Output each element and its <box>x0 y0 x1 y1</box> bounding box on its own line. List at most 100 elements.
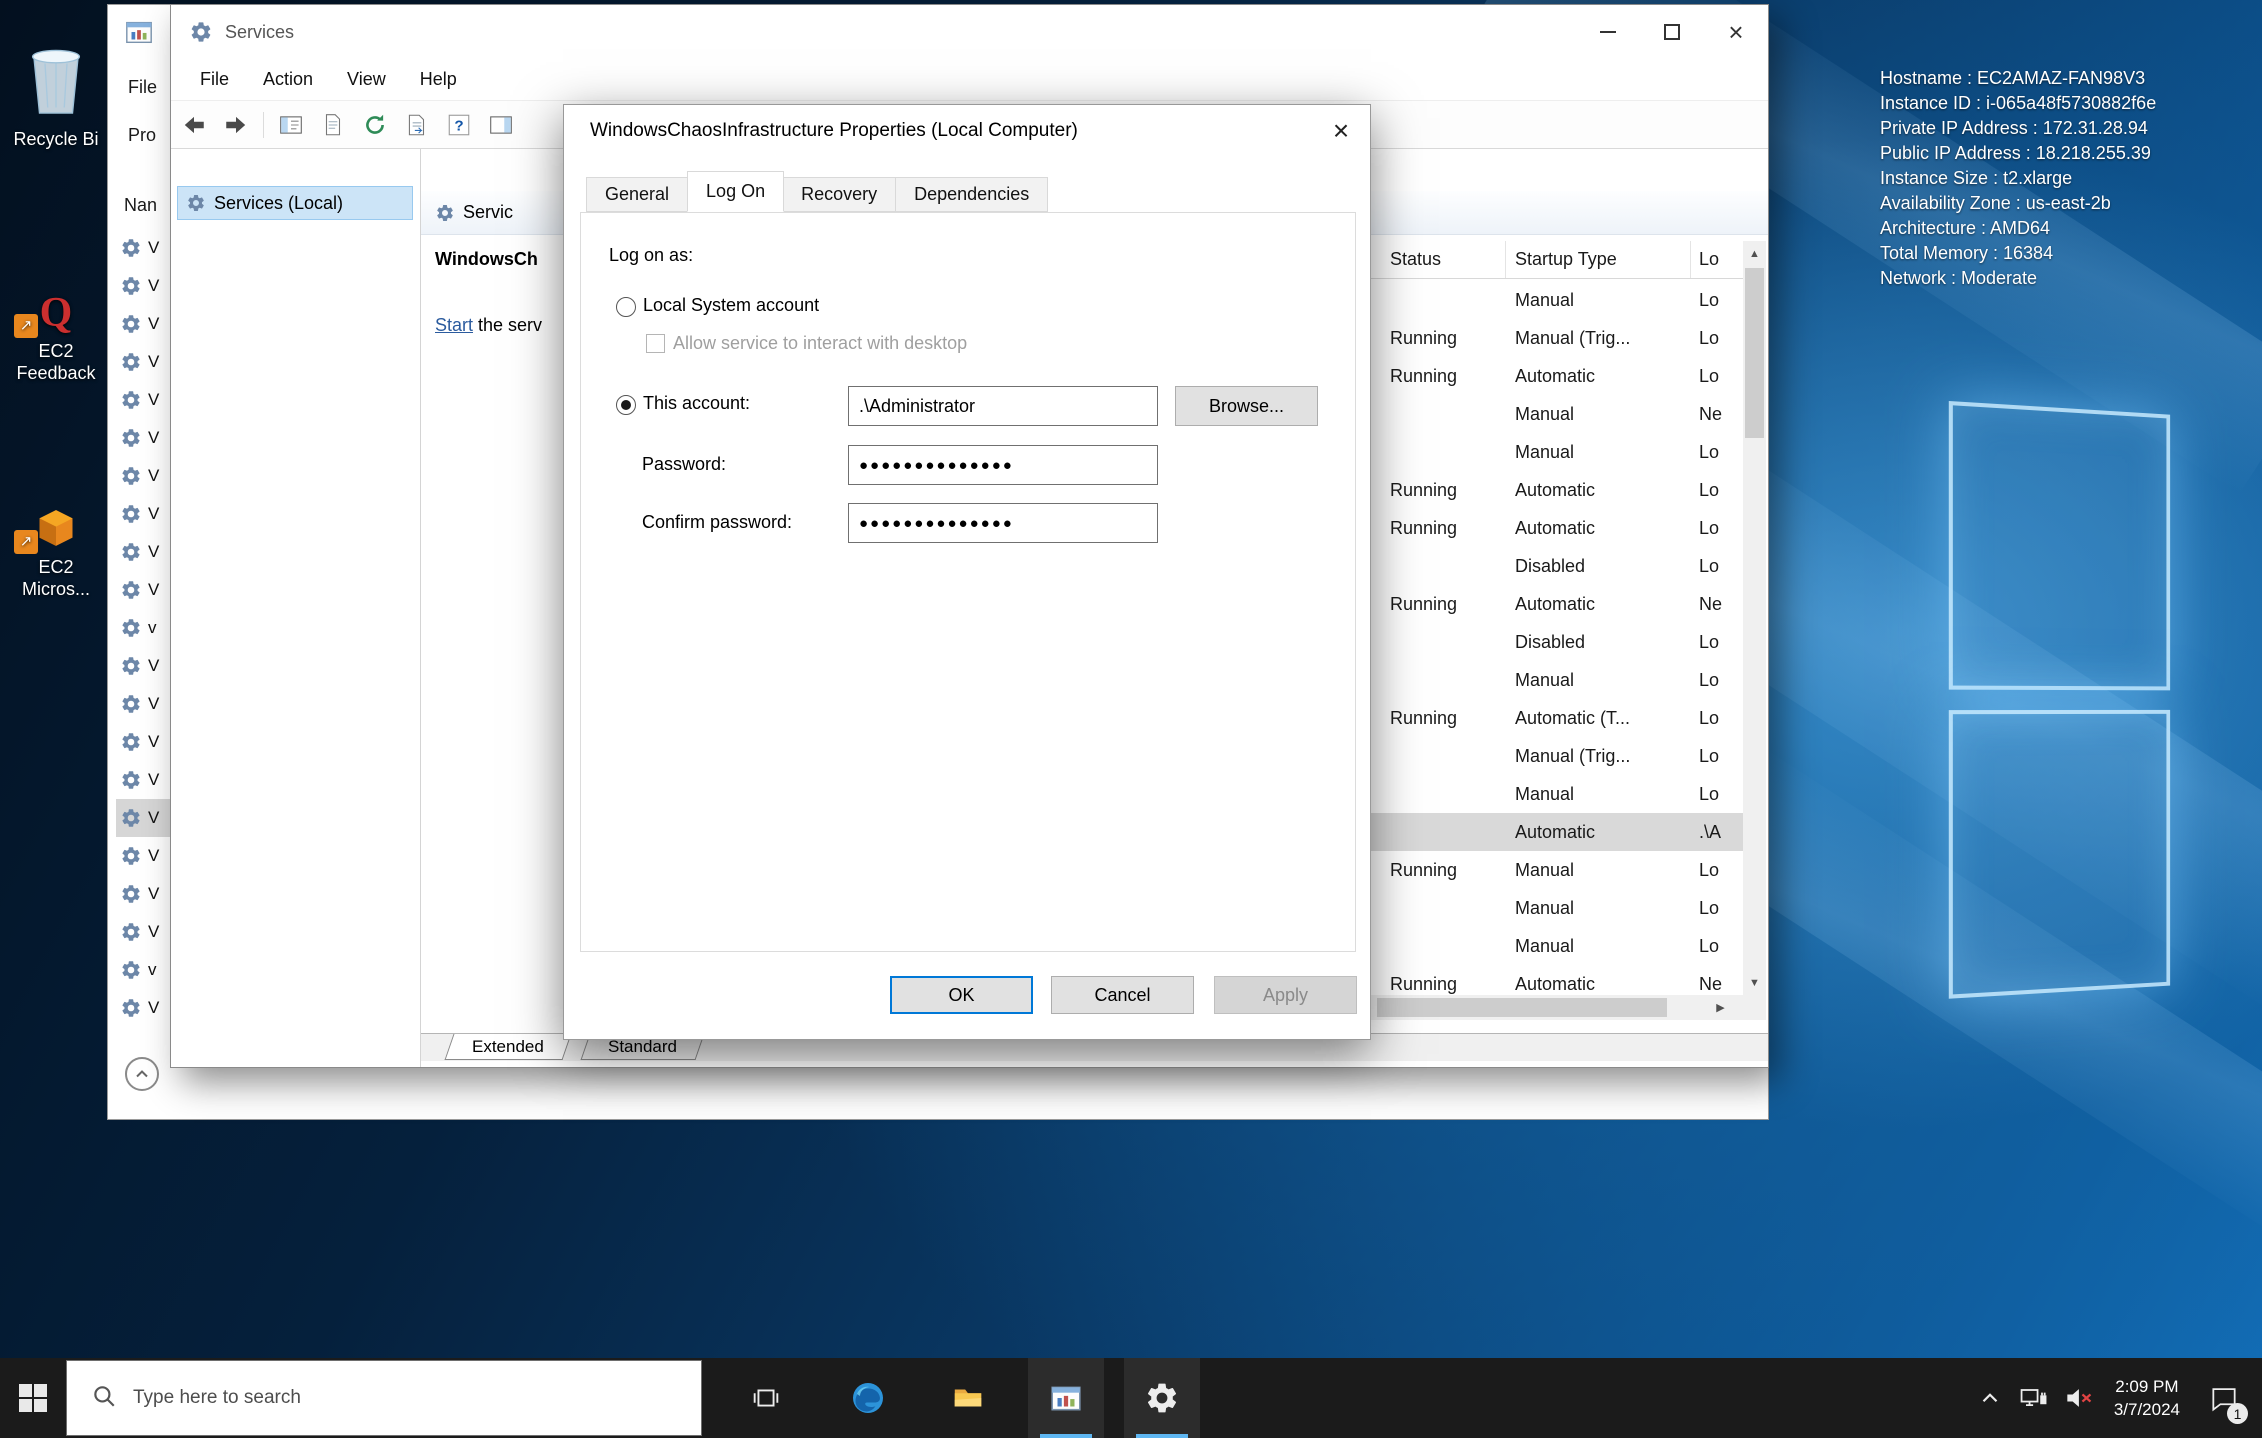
scroll-up-arrow[interactable]: ▲ <box>1743 241 1766 266</box>
tab-dependencies[interactable]: Dependencies <box>896 177 1048 212</box>
close-button[interactable]: × <box>1704 5 1768 59</box>
action-pane-button[interactable] <box>486 110 516 140</box>
dialog-title-bar[interactable]: WindowsChaosInfrastructure Properties (L… <box>564 105 1370 157</box>
menu-item[interactable]: View <box>330 69 403 90</box>
service-row[interactable]: V <box>116 419 174 457</box>
service-row[interactable]: V <box>116 229 174 267</box>
toolbar-label-truncated[interactable]: Pro <box>128 125 156 146</box>
account-input[interactable]: .\Administrator <box>848 386 1158 426</box>
refresh-button[interactable] <box>360 110 390 140</box>
service-row[interactable]: Disabled Lo <box>1371 547 1743 585</box>
clock[interactable]: 2:09 PM 3/7/2024 <box>2100 1375 2194 1421</box>
service-row[interactable]: Running Automatic (T... Lo <box>1371 699 1743 737</box>
export-list-button[interactable] <box>402 110 432 140</box>
task-view-button[interactable] <box>728 1358 804 1438</box>
service-row[interactable]: V <box>116 457 174 495</box>
service-row[interactable]: V <box>116 533 174 571</box>
column-header-status[interactable]: Status <box>1371 241 1506 278</box>
service-row[interactable]: V <box>116 875 174 913</box>
properties-button[interactable] <box>318 110 348 140</box>
tree-item-services-local[interactable]: Services (Local) <box>177 186 413 220</box>
service-row[interactable]: Running Automatic Lo <box>1371 509 1743 547</box>
start-service-link[interactable]: Start <box>435 315 473 335</box>
help-button[interactable]: ? <box>444 110 474 140</box>
confirm-password-input[interactable]: ●●●●●●●●●●●●●● <box>848 503 1158 543</box>
service-row[interactable]: Manual Lo <box>1371 927 1743 965</box>
scroll-down-arrow[interactable]: ▼ <box>1743 970 1766 995</box>
service-row[interactable]: V <box>116 647 174 685</box>
tray-expand-button[interactable] <box>1968 1358 2012 1438</box>
service-row[interactable]: V <box>116 571 174 609</box>
service-row[interactable]: v <box>116 951 174 989</box>
desktop-icon-ec2-feedback[interactable]: Q ↗ EC2 Feedback <box>0 268 112 384</box>
local-system-account-radio[interactable] <box>616 297 636 317</box>
desktop-icon-recycle-bin[interactable]: Recycle Bi <box>0 30 112 150</box>
network-icon[interactable] <box>2012 1358 2056 1438</box>
desktop-icon-ec2-microsoft[interactable]: ↗ EC2 Micros... <box>0 484 112 600</box>
column-header-logon-truncated[interactable]: Lo <box>1691 241 1743 278</box>
dialog-close-button[interactable]: × <box>1312 105 1370 157</box>
service-row[interactable]: Running Automatic Ne <box>1371 585 1743 623</box>
column-header-startup-type[interactable]: Startup Type <box>1506 241 1691 278</box>
settings-gear-button[interactable] <box>1124 1358 1200 1438</box>
service-row[interactable]: V <box>116 799 174 837</box>
scroll-right-arrow[interactable]: ▶ <box>1708 995 1733 1020</box>
start-button[interactable] <box>0 1358 66 1438</box>
action-center-button[interactable]: 1 <box>2194 1358 2254 1438</box>
service-row[interactable]: Manual Lo <box>1371 281 1743 319</box>
service-row[interactable]: v <box>116 609 174 647</box>
menu-item-file[interactable]: File <box>128 77 157 98</box>
edge-browser-button[interactable] <box>830 1358 906 1438</box>
service-row[interactable]: V <box>116 343 174 381</box>
search-input[interactable]: Type here to search <box>66 1360 702 1436</box>
service-row[interactable]: Manual Lo <box>1371 433 1743 471</box>
menu-item[interactable]: Help <box>403 69 474 90</box>
tab-extended[interactable]: Extended <box>445 1034 572 1060</box>
service-row[interactable]: Automatic .\A <box>1371 813 1743 851</box>
scroll-up-circle-button[interactable] <box>125 1057 159 1091</box>
service-row[interactable]: V <box>116 685 174 723</box>
show-console-tree-button[interactable] <box>276 110 306 140</box>
service-row[interactable]: Running Automatic Ne <box>1371 965 1743 995</box>
volume-muted-icon[interactable] <box>2056 1358 2100 1438</box>
service-row[interactable]: Manual Lo <box>1371 889 1743 927</box>
service-row[interactable]: V <box>116 267 174 305</box>
browse-button[interactable]: Browse... <box>1175 386 1318 426</box>
menu-item[interactable]: Action <box>246 69 330 90</box>
services-console-button[interactable] <box>1028 1358 1104 1438</box>
vertical-scrollbar[interactable]: ▲ ▼ <box>1743 241 1766 995</box>
maximize-button[interactable] <box>1640 5 1704 59</box>
file-explorer-button[interactable] <box>930 1358 1006 1438</box>
service-row[interactable]: V <box>116 495 174 533</box>
service-row[interactable]: Running Automatic Lo <box>1371 471 1743 509</box>
service-row[interactable]: V <box>116 305 174 343</box>
this-account-radio[interactable] <box>616 395 636 415</box>
service-row[interactable]: V <box>116 723 174 761</box>
tab-general[interactable]: General <box>586 177 688 212</box>
scrollbar-thumb[interactable] <box>1377 998 1667 1017</box>
column-header-name-truncated[interactable]: Nan <box>124 195 157 216</box>
scrollbar-thumb[interactable] <box>1745 268 1764 438</box>
service-row[interactable]: V <box>116 913 174 951</box>
service-row[interactable]: Disabled Lo <box>1371 623 1743 661</box>
service-row[interactable]: Manual Ne <box>1371 395 1743 433</box>
cancel-button[interactable]: Cancel <box>1051 976 1194 1014</box>
back-button[interactable] <box>179 110 209 140</box>
service-row[interactable]: V <box>116 989 174 1027</box>
service-row[interactable]: Running Manual (Trig... Lo <box>1371 319 1743 357</box>
forward-button[interactable] <box>221 110 251 140</box>
horizontal-scrollbar[interactable]: ▶ <box>1371 995 1743 1020</box>
service-row[interactable]: V <box>116 381 174 419</box>
service-row[interactable]: V <box>116 837 174 875</box>
service-row[interactable]: Running Automatic Lo <box>1371 357 1743 395</box>
password-input[interactable]: ●●●●●●●●●●●●●● <box>848 445 1158 485</box>
service-row[interactable]: V <box>116 761 174 799</box>
service-row[interactable]: Manual (Trig... Lo <box>1371 737 1743 775</box>
ok-button[interactable]: OK <box>890 976 1033 1014</box>
title-bar[interactable]: Services × <box>171 5 1768 59</box>
minimize-button[interactable] <box>1576 5 1640 59</box>
service-row[interactable]: Running Manual Lo <box>1371 851 1743 889</box>
service-row[interactable]: Manual Lo <box>1371 661 1743 699</box>
tab-recovery[interactable]: Recovery <box>783 177 896 212</box>
menu-item[interactable]: File <box>183 69 246 90</box>
